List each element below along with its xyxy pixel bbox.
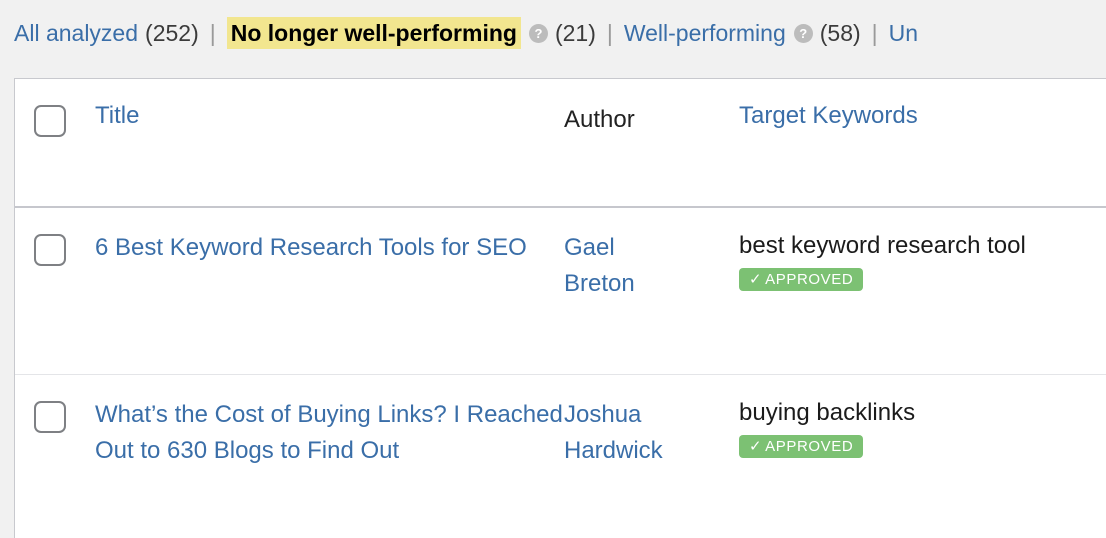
help-circle-icon[interactable] (528, 23, 548, 43)
column-header-title[interactable]: Title (95, 102, 139, 129)
row-author-link[interactable]: Gael Breton (564, 230, 684, 302)
table-header-row: Title Author Target Keywords (15, 79, 1106, 208)
row-title-cell: What’s the Cost of Buying Links? I Reach… (95, 375, 564, 538)
help-circle-icon[interactable] (793, 23, 813, 43)
row-target-keyword: buying backlinks (739, 399, 916, 426)
table-row: What’s the Cost of Buying Links? I Reach… (15, 375, 1106, 538)
column-header-author-cell: Author (564, 79, 739, 206)
row-select-checkbox[interactable] (34, 401, 66, 433)
column-header-author: Author (564, 106, 635, 133)
row-author-cell: Gael Breton (564, 208, 739, 374)
status-filter-bar: All analyzed (252) | No longer well-perf… (0, 0, 1106, 62)
row-author-link[interactable]: Joshua Hardwick (564, 397, 684, 469)
column-header-keywords-cell: Target Keywords (739, 79, 1106, 206)
filter-well-performing[interactable]: Well-performing (624, 18, 786, 48)
filter-all-analyzed[interactable]: All analyzed (14, 18, 138, 48)
row-title-link[interactable]: 6 Best Keyword Research Tools for SEO (95, 230, 564, 266)
status-filter-list: All analyzed (252) | No longer well-perf… (14, 17, 918, 49)
filter-all-analyzed-count: (252) (145, 20, 199, 46)
check-icon: ✓ (749, 271, 763, 288)
content-table: Title Author Target Keywords 6 Best Keyw… (14, 78, 1106, 538)
select-all-cell (15, 79, 95, 206)
column-header-target-keywords[interactable]: Target Keywords (739, 102, 918, 129)
row-author-cell: Joshua Hardwick (564, 375, 739, 538)
filter-underperforming[interactable]: Un (889, 18, 918, 48)
row-select-checkbox[interactable] (34, 234, 66, 266)
status-badge[interactable]: ✓ APPROVED (739, 268, 864, 291)
status-badge-label: APPROVED (765, 438, 854, 455)
filter-no-longer-well-performing[interactable]: No longer well-performing (226, 17, 521, 49)
row-title-link[interactable]: What’s the Cost of Buying Links? I Reach… (95, 397, 564, 469)
check-icon: ✓ (749, 438, 763, 455)
select-all-checkbox[interactable] (34, 105, 66, 137)
status-badge[interactable]: ✓ APPROVED (739, 435, 864, 458)
filter-well-performing-count: (58) (819, 20, 861, 46)
row-keywords-cell: best keyword research tool ✓ APPROVED (739, 208, 1106, 374)
row-select-cell (15, 375, 95, 538)
filter-separator: | (606, 20, 613, 46)
row-keywords-cell: buying backlinks ✓ APPROVED (739, 375, 1106, 538)
filter-separator: | (209, 20, 216, 46)
table-row: 6 Best Keyword Research Tools for SEO Ga… (15, 208, 1106, 375)
row-select-cell (15, 208, 95, 374)
column-header-title-cell: Title (95, 79, 564, 206)
row-title-cell: 6 Best Keyword Research Tools for SEO (95, 208, 564, 374)
filter-no-longer-well-performing-count: (21) (554, 20, 596, 46)
row-target-keyword: best keyword research tool (739, 232, 1026, 259)
status-badge-label: APPROVED (765, 271, 854, 288)
filter-separator: | (871, 20, 878, 46)
